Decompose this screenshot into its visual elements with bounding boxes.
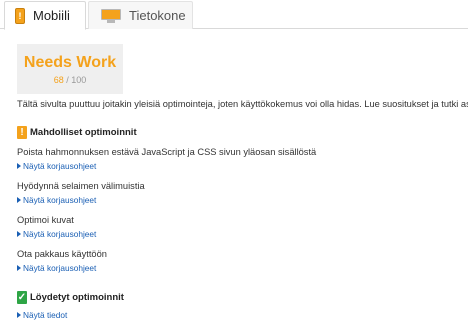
- checkmark-icon: ✓: [17, 291, 27, 304]
- rule-link-compression[interactable]: Näytä korjausohjeet: [17, 263, 96, 273]
- rule-title-compression: Ota pakkaus käyttöön: [17, 249, 107, 259]
- rule-link-browser-cache[interactable]: Näytä korjausohjeet: [17, 195, 96, 205]
- rule-link-label: Näytä korjausohjeet: [23, 161, 97, 171]
- score-current: 68: [53, 75, 64, 85]
- possible-optimizations-title: Mahdolliset optimoinnit: [30, 127, 137, 138]
- rule-title-browser-cache: Hyödynnä selaimen välimuistia: [17, 181, 145, 191]
- warning-icon: !: [17, 126, 27, 139]
- rule-link-optimize-images[interactable]: Näytä korjausohjeet: [17, 229, 96, 239]
- summary-text: Tältä sivulta puuttuu joitakin yleisiä o…: [17, 99, 468, 109]
- score-box: Needs Work 68 / 100: [17, 44, 123, 94]
- score-value: 68 / 100: [17, 75, 123, 85]
- possible-optimizations-heading: ! Mahdolliset optimoinnit: [17, 126, 137, 139]
- score-separator: /: [66, 75, 69, 85]
- rule-link-label: Näytä korjausohjeet: [23, 195, 97, 205]
- found-optimizations-title: Löydetyt optimoinnit: [30, 292, 124, 303]
- device-tabbar: Mobiili Tietokone: [0, 0, 468, 30]
- expand-arrow-icon: [17, 163, 21, 169]
- expand-arrow-icon: [17, 197, 21, 203]
- rule-link-render-blocking[interactable]: Näytä korjausohjeet: [17, 161, 96, 171]
- rule-title-optimize-images: Optimoi kuvat: [17, 215, 74, 225]
- found-optimizations-heading: ✓ Löydetyt optimoinnit: [17, 291, 124, 304]
- score-max: 100: [71, 75, 87, 85]
- score-label: Needs Work: [23, 54, 117, 71]
- rule-link-label: Näytä korjausohjeet: [23, 229, 97, 239]
- tab-desktop[interactable]: Tietokone: [88, 1, 193, 29]
- found-details-label: Näytä tiedot: [23, 310, 68, 320]
- tab-mobile-label: Mobiili: [33, 8, 70, 23]
- expand-arrow-icon: [17, 312, 21, 318]
- phone-warning-icon: [15, 7, 25, 24]
- found-details-link[interactable]: Näytä tiedot: [17, 310, 67, 320]
- expand-arrow-icon: [17, 265, 21, 271]
- rule-title-render-blocking: Poista hahmonnuksen estävä JavaScript ja…: [17, 147, 317, 157]
- tab-desktop-label: Tietokone: [129, 8, 186, 23]
- rule-link-label: Näytä korjausohjeet: [23, 263, 97, 273]
- tab-mobile[interactable]: Mobiili: [4, 1, 86, 30]
- monitor-icon: [101, 8, 121, 23]
- expand-arrow-icon: [17, 231, 21, 237]
